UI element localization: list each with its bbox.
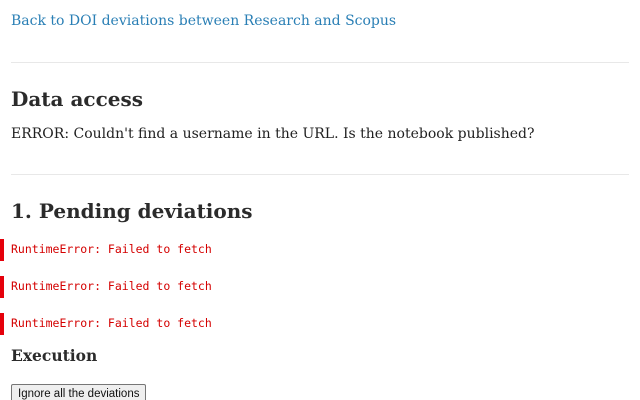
error-output: RuntimeError: Failed to fetch (0, 313, 300, 335)
back-link[interactable]: Back to DOI deviations between Research … (11, 13, 396, 29)
section-divider (11, 62, 629, 63)
error-text: RuntimeError: Failed to fetch (11, 316, 212, 330)
error-output: RuntimeError: Failed to fetch (0, 276, 300, 298)
pending-deviations-heading: 1. Pending deviations (11, 199, 253, 223)
section-divider (11, 174, 629, 175)
error-text: RuntimeError: Failed to fetch (11, 279, 212, 293)
data-access-heading: Data access (11, 87, 144, 111)
data-access-error-message: ERROR: Couldn't find a username in the U… (11, 126, 535, 142)
error-output: RuntimeError: Failed to fetch (0, 239, 300, 261)
execution-heading: Execution (11, 346, 98, 365)
error-text: RuntimeError: Failed to fetch (11, 242, 212, 256)
ignore-all-deviations-button[interactable]: Ignore all the deviations (11, 384, 147, 400)
